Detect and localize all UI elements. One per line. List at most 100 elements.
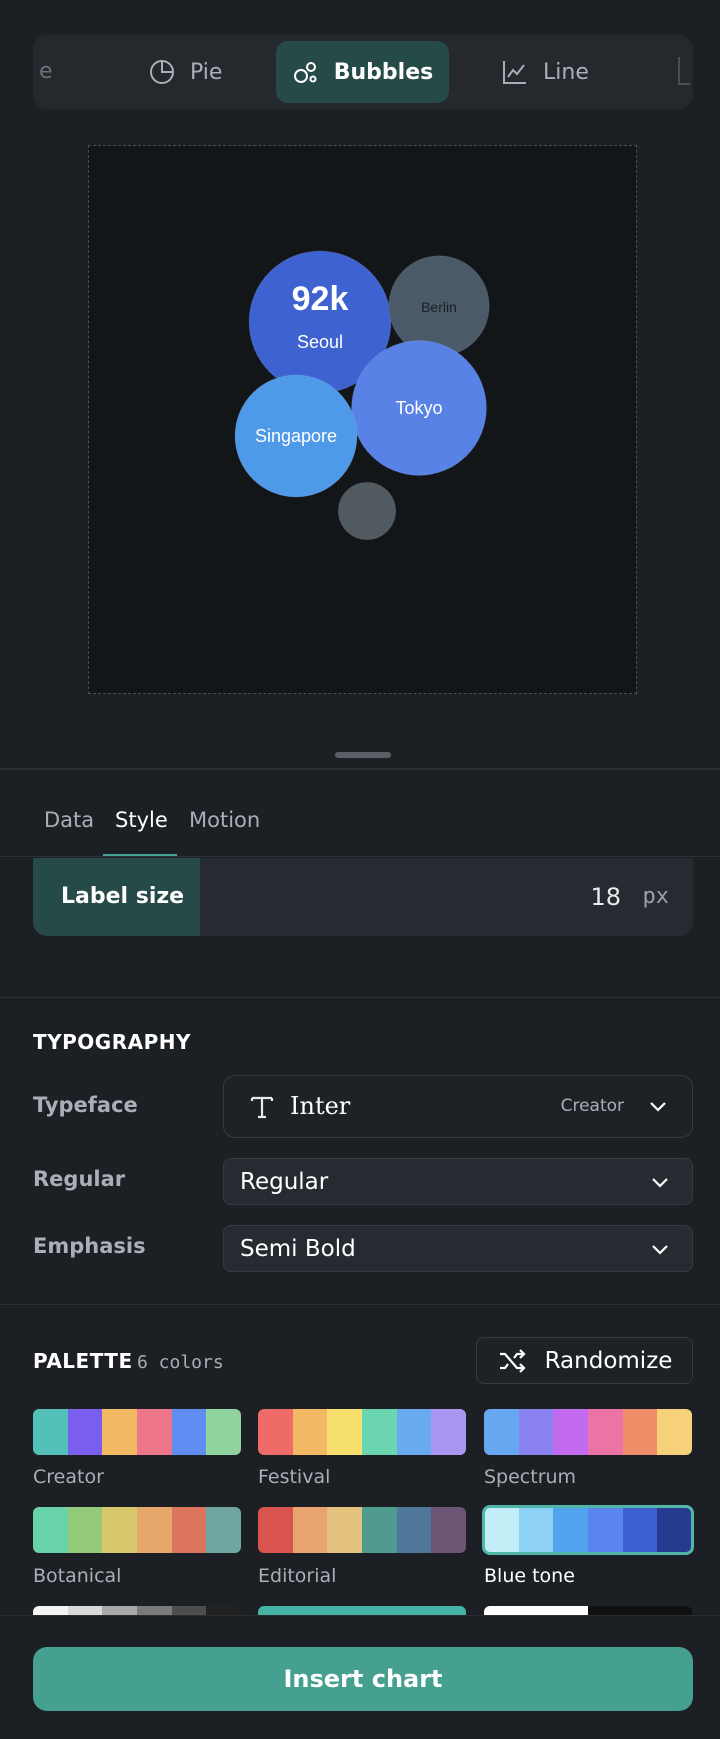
palette-color — [137, 1409, 172, 1455]
chart-type-pie[interactable]: Pie — [148, 41, 258, 103]
typeface-label: Typeface — [33, 1093, 138, 1117]
label-size-slider[interactable]: Label size 18 px — [33, 858, 693, 936]
palette-color — [206, 1507, 241, 1553]
palette-color — [258, 1409, 293, 1455]
insert-chart-button[interactable]: Insert chart — [33, 1647, 693, 1711]
bubble-singapore[interactable]: Singapore — [234, 374, 358, 498]
palette-color — [518, 1507, 554, 1553]
chart-type-bubbles[interactable]: Bubbles — [276, 41, 449, 103]
divider — [0, 997, 720, 998]
palette-swatch-spectrum[interactable] — [484, 1409, 692, 1455]
palette-color — [327, 1507, 363, 1553]
palette-color — [292, 1507, 328, 1553]
bubble-tokyo[interactable]: Tokyo — [351, 340, 487, 476]
palette-color — [258, 1507, 293, 1553]
palette-name: Creator — [33, 1466, 104, 1488]
emphasis-weight-value: Semi Bold — [240, 1235, 356, 1262]
palette-color — [33, 1409, 68, 1455]
bubble-label: Seoul — [297, 332, 343, 352]
palette-color — [33, 1507, 68, 1553]
label-size-value: 18 — [590, 883, 621, 911]
palette-color — [657, 1409, 692, 1455]
tab-data[interactable]: Data — [44, 770, 94, 858]
bubble-value-label: 92k — [292, 280, 349, 318]
chart-type-label: Pie — [190, 59, 223, 85]
emphasis-label: Emphasis — [33, 1234, 146, 1258]
palette-swatch-festival[interactable] — [258, 1409, 466, 1455]
typography-title: TYPOGRAPHY — [33, 1030, 191, 1054]
label-size-unit: px — [642, 884, 670, 909]
text-icon — [250, 1096, 274, 1119]
palette-color — [67, 1409, 103, 1455]
palette-name: Festival — [258, 1466, 331, 1488]
palette-color — [518, 1409, 554, 1455]
palette-title: PALETTE — [33, 1349, 133, 1373]
palette-color — [431, 1409, 466, 1455]
chart-type-label: Line — [543, 59, 589, 85]
typeface-select[interactable]: Inter Creator — [223, 1075, 693, 1138]
palette-swatch-botanical[interactable] — [33, 1507, 241, 1553]
shuffle-icon — [499, 1348, 526, 1373]
palette-name: Blue tone — [484, 1565, 575, 1587]
palette-color — [622, 1409, 658, 1455]
palette-color — [327, 1409, 363, 1455]
pie-chart-icon — [150, 60, 174, 84]
palette-color — [396, 1409, 432, 1455]
divider — [0, 1304, 720, 1305]
chart-type-line[interactable]: Line — [501, 41, 621, 103]
bubble-berlin[interactable]: Berlin — [388, 255, 490, 357]
palette-color — [137, 1507, 172, 1553]
palette-color — [588, 1507, 623, 1553]
line-chart-icon — [503, 61, 526, 84]
palette-color — [171, 1507, 207, 1553]
tab-motion[interactable]: Motion — [189, 770, 260, 858]
typeface-value: Inter — [290, 1092, 351, 1120]
randomize-label: Randomize — [544, 1347, 673, 1374]
palette-color — [431, 1507, 466, 1553]
palette-color — [553, 1507, 589, 1553]
bubble-label: Berlin — [421, 299, 457, 315]
palette-count: 6 colors — [137, 1352, 224, 1373]
palette-color — [657, 1507, 692, 1553]
palette-color — [171, 1409, 207, 1455]
palette-swatch-editorial[interactable] — [258, 1507, 466, 1553]
bubble-label: Tokyo — [395, 398, 442, 418]
regular-label: Regular — [33, 1167, 126, 1191]
emphasis-weight-select[interactable]: Semi Bold — [223, 1225, 693, 1272]
tab-style[interactable]: Style — [115, 770, 168, 858]
palette-color — [292, 1409, 328, 1455]
palette-name: Botanical — [33, 1565, 122, 1587]
chevron-down-icon — [650, 1102, 666, 1112]
palette-swatch-blue-tone[interactable] — [482, 1505, 694, 1555]
bubble-circle — [337, 481, 397, 541]
randomize-button[interactable]: Randomize — [476, 1337, 693, 1384]
chart-type-partial-right-icon[interactable] — [678, 57, 690, 85]
chevron-down-icon — [652, 1244, 668, 1255]
regular-weight-select[interactable]: Regular — [223, 1158, 693, 1205]
palette-name: Editorial — [258, 1565, 337, 1587]
palette-color — [484, 1507, 519, 1553]
typeface-source: Creator — [560, 1096, 624, 1116]
resize-handle[interactable] — [335, 752, 391, 758]
palette-color — [622, 1507, 658, 1553]
palette-swatch-creator[interactable] — [33, 1409, 241, 1455]
palette-color — [102, 1507, 138, 1553]
chart-type-selector: e Pie Bubbles Line — [33, 35, 693, 109]
regular-weight-value: Regular — [240, 1168, 329, 1195]
palette-color — [206, 1409, 241, 1455]
palette-color — [553, 1409, 589, 1455]
chart-canvas[interactable]: 92k Seoul Berlin Tokyo Singapore — [88, 145, 637, 694]
insert-chart-label: Insert chart — [283, 1665, 443, 1693]
bubble-label: Singapore — [255, 426, 337, 446]
bubble-unlabeled[interactable] — [337, 481, 397, 541]
panel-tabs: Data Style Motion — [0, 770, 720, 858]
chart-type-partial-left[interactable]: e — [39, 35, 53, 109]
palette-color — [67, 1507, 103, 1553]
palette-color — [102, 1409, 138, 1455]
label-size-label: Label size — [33, 858, 200, 936]
palette-color — [362, 1507, 397, 1553]
palette-color — [588, 1409, 623, 1455]
bubble-chart: 92k Seoul Berlin Tokyo Singapore — [234, 250, 490, 541]
palette-color — [396, 1507, 432, 1553]
divider — [0, 856, 720, 857]
